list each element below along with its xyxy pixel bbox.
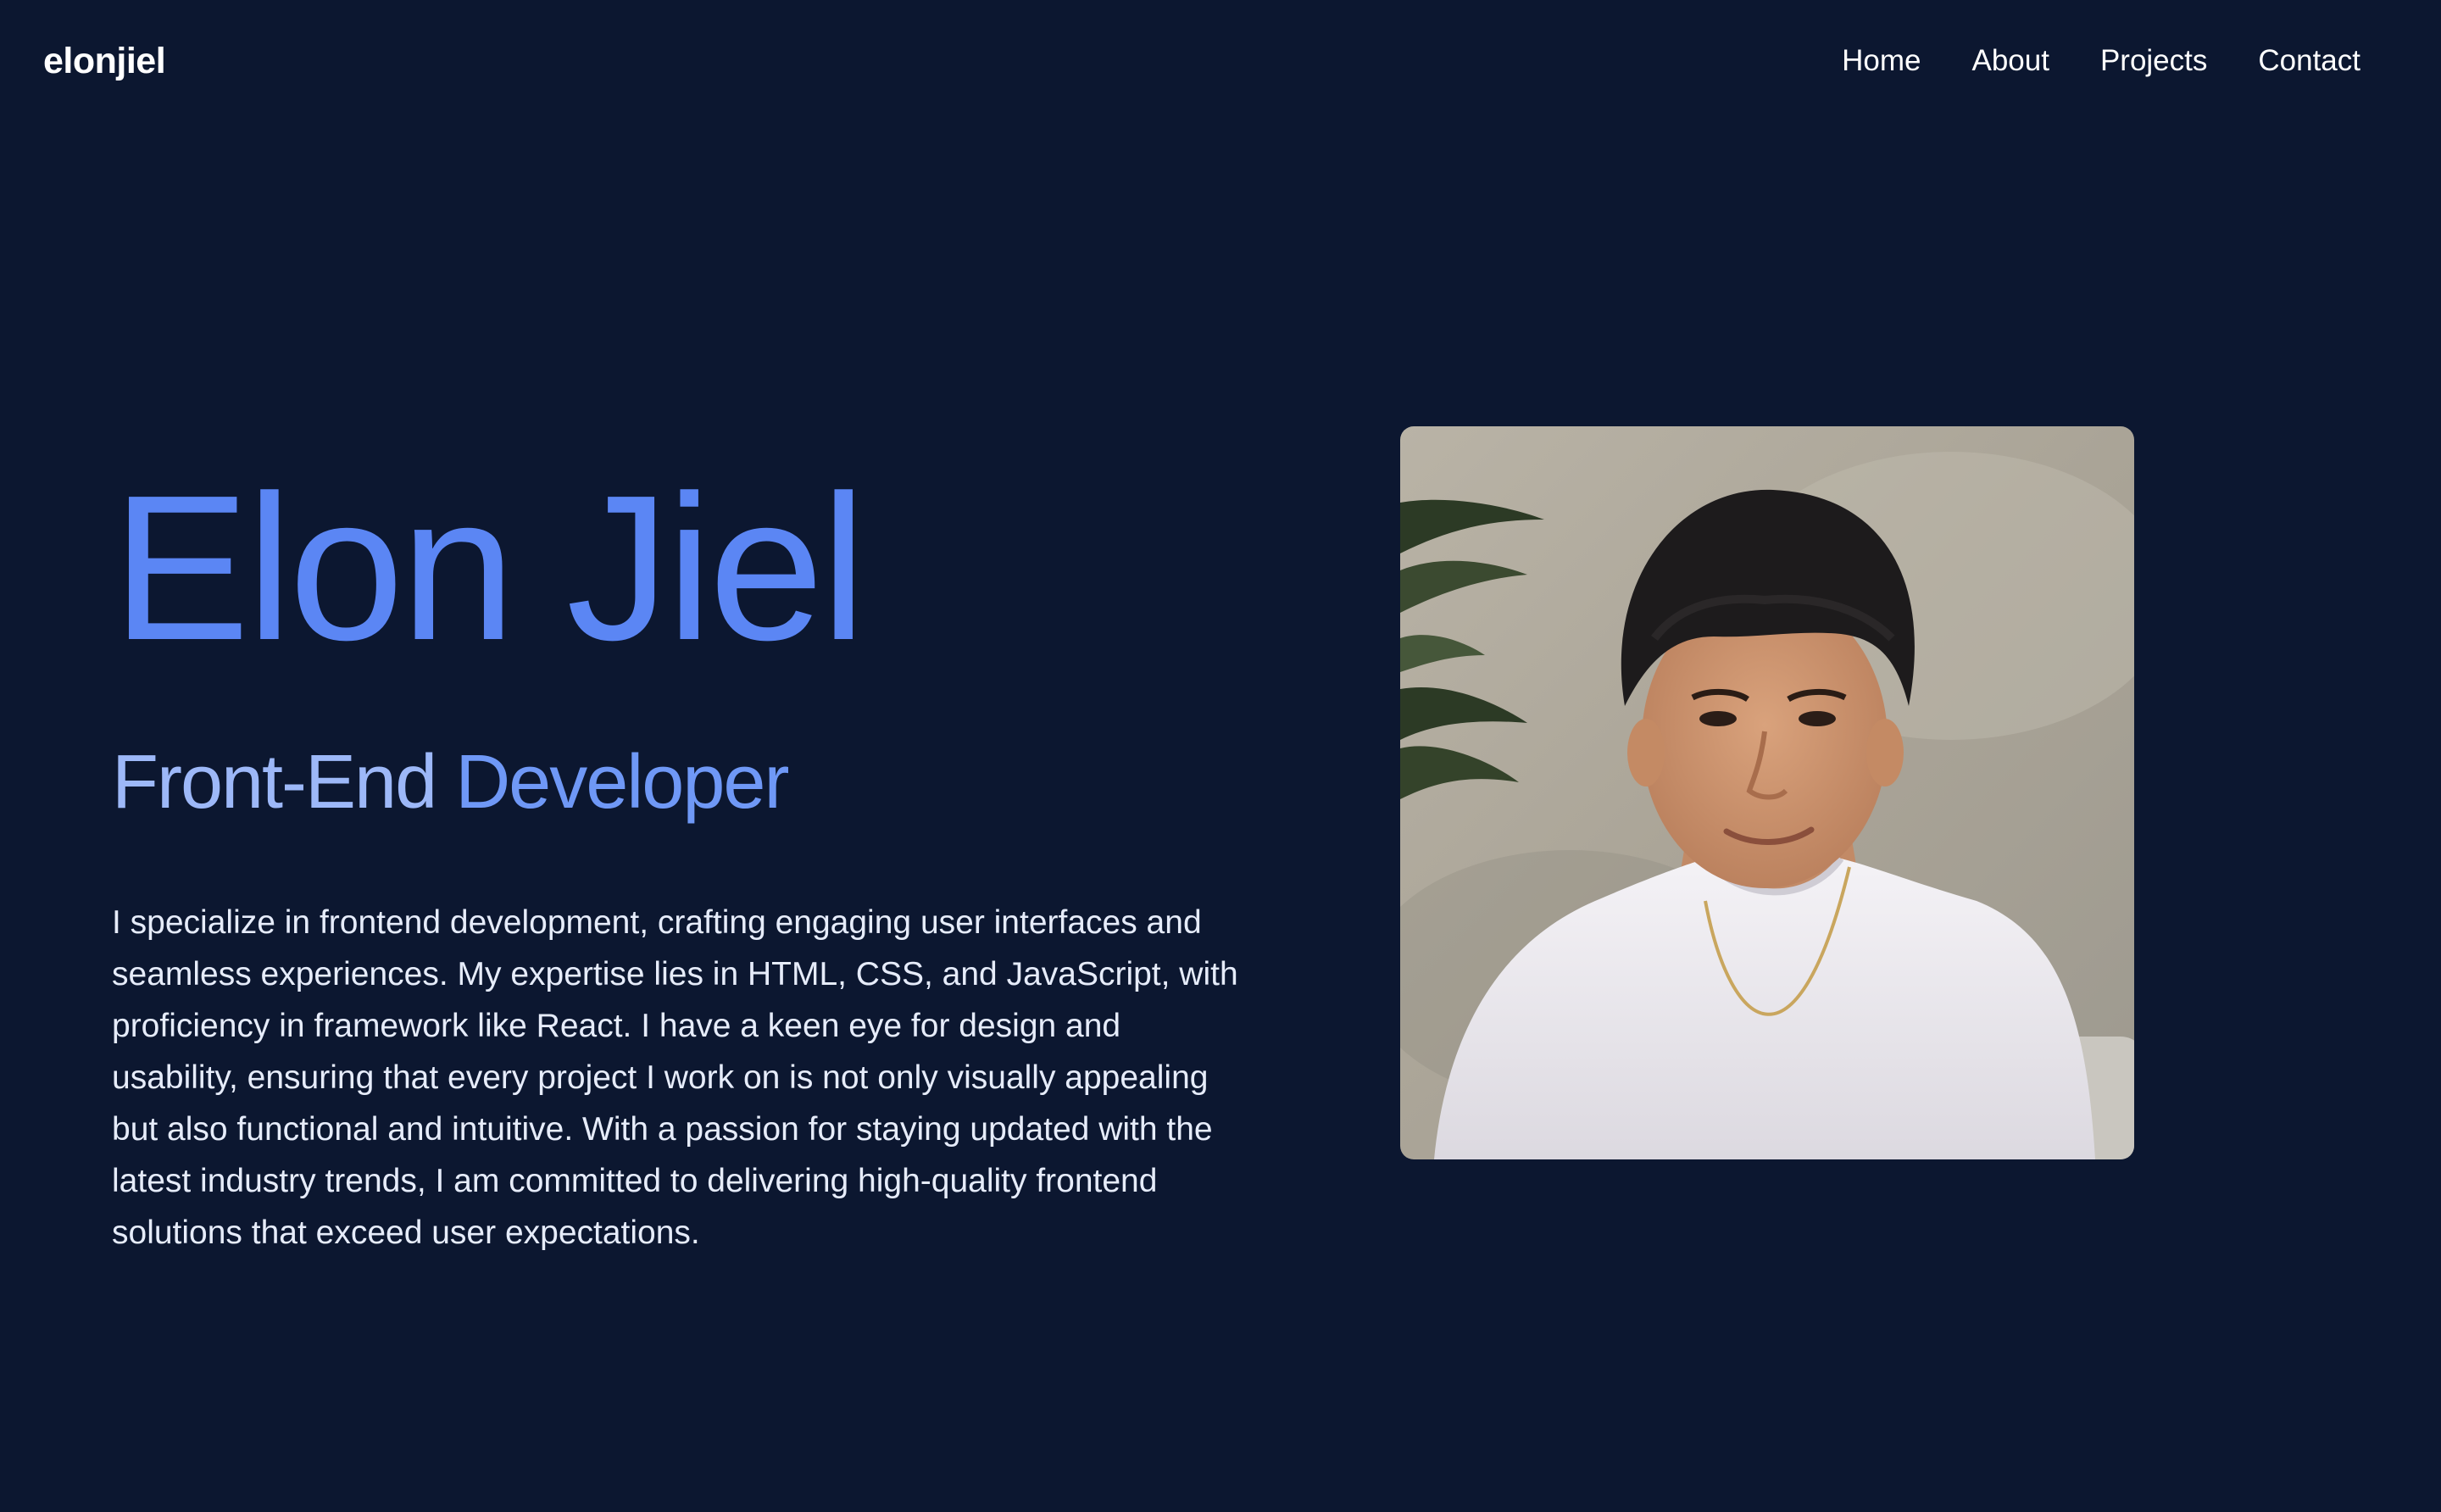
role-front-end: Front-End [112, 740, 437, 825]
nav-link-about[interactable]: About [1971, 39, 2049, 83]
role-developer: Developer [455, 740, 789, 825]
nav-link-home[interactable]: Home [1842, 39, 1921, 83]
nav-link-projects[interactable]: Projects [2100, 39, 2207, 83]
main-nav: Home About Projects Contact [1791, 39, 2360, 83]
top-navigation-bar: elonjiel Home About Projects Contact [0, 0, 2441, 124]
hero-name-heading: Elon Jiel [112, 452, 866, 683]
profile-photo-illustration [1400, 426, 2134, 1159]
site-logo[interactable]: elonjiel [43, 39, 166, 83]
hero-bio-paragraph: I specialize in frontend development, cr… [112, 904, 1238, 1251]
portfolio-page: elonjiel Home About Projects Contact Elo… [0, 0, 2441, 1512]
hero-role-subtitle: Front-End Developer [112, 736, 789, 829]
profile-photo [1400, 426, 2134, 1159]
nav-link-contact[interactable]: Contact [2258, 39, 2360, 83]
